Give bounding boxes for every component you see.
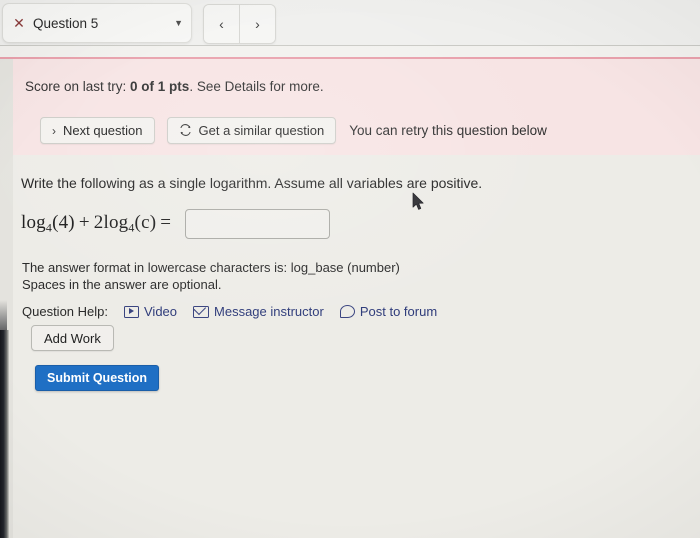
submit-question-button[interactable]: Submit Question xyxy=(35,365,159,391)
help-post-to-forum-label: Post to forum xyxy=(359,304,438,319)
tab-nav-forward-button[interactable]: › xyxy=(239,5,275,43)
score-suffix: . See Details for more. xyxy=(189,79,324,94)
help-post-to-forum-link[interactable]: Post to forum xyxy=(339,304,438,319)
get-similar-question-button[interactable]: Get a similar question xyxy=(166,117,337,144)
equation-expression: log4(4) +2log4(c) = xyxy=(21,212,175,235)
help-message-instructor-label: Message instructor xyxy=(214,304,324,319)
close-icon[interactable]: ✕ xyxy=(11,16,27,30)
photo-edge-shadow xyxy=(0,330,9,538)
alert-button-row: › Next question Get a similar question Y… xyxy=(40,117,547,144)
help-message-instructor-link[interactable]: Message instructor xyxy=(193,304,324,319)
video-icon xyxy=(124,305,139,318)
question-prompt: Write the following as a single logarith… xyxy=(21,175,483,191)
retry-note: You can retry this question below xyxy=(349,123,547,138)
equation-row: log4(4) +2log4(c) = xyxy=(21,209,331,239)
chevron-down-icon[interactable]: ▼ xyxy=(174,18,183,28)
tab-nav-back-button[interactable]: ‹ xyxy=(204,5,239,43)
tabstrip-gap xyxy=(0,46,700,57)
question-help-label: Question Help: xyxy=(22,304,108,319)
envelope-icon xyxy=(193,305,210,318)
tab-nav-group: ‹ › xyxy=(203,4,276,44)
browser-tab-question-5[interactable]: ✕ Question 5 ▼ xyxy=(2,3,192,43)
equation-equals-sign: = xyxy=(160,212,172,234)
browser-tab-strip: ✕ Question 5 ▼ ‹ › xyxy=(0,0,700,46)
get-similar-question-label: Get a similar question xyxy=(198,123,325,138)
log-term-2-coef: 2 xyxy=(93,212,104,234)
score-alert-text: Score on last try: 0 of 1 pts. See Detai… xyxy=(25,79,324,94)
question-help-row: Question Help: Video Message instructor … xyxy=(22,304,437,319)
speech-bubble-icon xyxy=(339,305,355,318)
screen-photo: ✕ Question 5 ▼ ‹ › Score on last try: 0 … xyxy=(0,0,700,538)
answer-format-note-line-2: Spaces in the answer are optional. xyxy=(22,277,222,293)
page-content: Score on last try: 0 of 1 pts. See Detai… xyxy=(0,59,700,538)
log-term-2-fn: log xyxy=(103,212,129,234)
answer-format-note-line-1: The answer format in lowercase character… xyxy=(22,260,400,275)
add-work-button[interactable]: Add Work xyxy=(31,325,114,351)
answer-format-note: The answer format in lowercase character… xyxy=(22,259,400,294)
score-prefix: Score on last try: xyxy=(25,79,131,94)
browser-tab-title: Question 5 xyxy=(33,15,99,31)
log-term-1-arg: (4) xyxy=(52,212,75,234)
refresh-icon xyxy=(179,123,192,138)
equation-operator: + xyxy=(78,212,90,234)
log-term-1-fn: log xyxy=(21,212,46,234)
help-video-label: Video xyxy=(144,304,178,319)
answer-input[interactable] xyxy=(185,209,331,239)
help-video-link[interactable]: Video xyxy=(124,304,177,319)
next-question-label: Next question xyxy=(63,123,143,138)
log-term-2-arg: (c) xyxy=(134,212,157,234)
next-question-button[interactable]: › Next question xyxy=(40,117,155,144)
score-alert-banner: Score on last try: 0 of 1 pts. See Detai… xyxy=(13,59,700,155)
chevron-right-icon: › xyxy=(52,123,56,138)
score-value: 0 of 1 pts xyxy=(130,79,190,94)
